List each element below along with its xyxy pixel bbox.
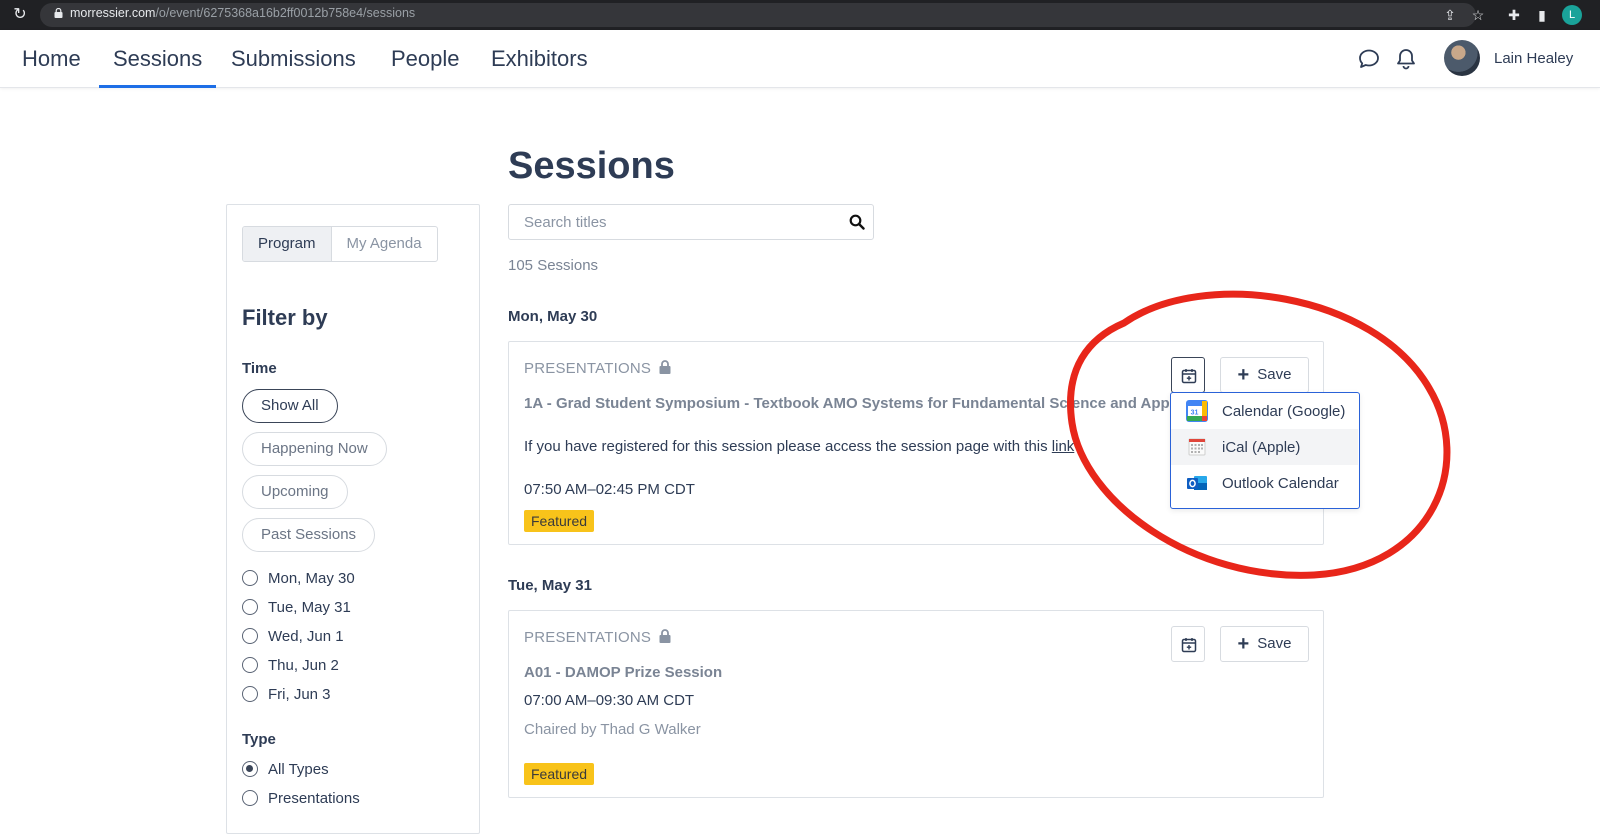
time-pill-show-all[interactable]: Show All xyxy=(242,389,338,423)
menu-item-ical[interactable]: iCal (Apple) xyxy=(1171,429,1358,465)
user-name[interactable]: Lain Healey xyxy=(1494,30,1573,88)
add-to-calendar-button[interactable] xyxy=(1171,626,1205,662)
session-title[interactable]: A01 - DAMOP Prize Session xyxy=(524,664,1179,681)
url-text[interactable]: morressier.com/o/event/6275368a16b2ff001… xyxy=(70,6,415,20)
time-pill-happening-now[interactable]: Happening Now xyxy=(242,432,387,466)
time-filter-label: Time xyxy=(242,360,277,377)
radio-button-checked[interactable] xyxy=(242,761,258,777)
type-filter-label: Type xyxy=(242,731,276,748)
search-input[interactable] xyxy=(509,205,839,239)
search-icon[interactable] xyxy=(849,214,865,230)
radio-button[interactable] xyxy=(242,686,258,702)
day-heading: Mon, May 30 xyxy=(508,308,598,325)
plus-icon: + xyxy=(1237,633,1250,655)
day-filter-option[interactable]: Thu, Jun 2 xyxy=(242,655,339,675)
session-card[interactable]: PRESENTATIONS A01 - DAMOP Prize Session … xyxy=(508,610,1324,798)
calendar-add-icon xyxy=(1181,638,1197,653)
chat-icon[interactable] xyxy=(1357,47,1381,71)
lock-icon xyxy=(659,629,671,643)
user-avatar[interactable] xyxy=(1444,40,1480,76)
radio-button[interactable] xyxy=(242,628,258,644)
featured-badge: Featured xyxy=(524,510,595,532)
session-chair: Chaired by Thad G Walker xyxy=(524,721,701,738)
day-filter-option[interactable]: Fri, Jun 3 xyxy=(242,684,331,704)
session-type: PRESENTATIONS xyxy=(524,360,671,377)
radio-button[interactable] xyxy=(242,570,258,586)
featured-badge: Featured xyxy=(524,763,595,785)
agenda-toggle: Program My Agenda xyxy=(242,226,438,262)
calendar-dropdown-menu: 31 Calendar (Google) iCal (Apple) Outloo… xyxy=(1170,392,1360,509)
top-navigation: Home Sessions Submissions People Exhibit… xyxy=(0,30,1600,88)
session-time: 07:50 AM–02:45 PM CDT xyxy=(524,481,695,498)
day-option-label: Wed, Jun 1 xyxy=(268,627,344,645)
browser-toolbar: ↻ morressier.com/o/event/6275368a16b2ff0… xyxy=(0,0,1600,30)
extensions-icon[interactable]: ✚ xyxy=(1504,5,1524,25)
search-box xyxy=(508,204,874,240)
lock-icon xyxy=(54,8,63,18)
reload-icon[interactable]: ↻ xyxy=(10,5,30,25)
day-option-label: Thu, Jun 2 xyxy=(268,656,339,674)
filter-title: Filter by xyxy=(242,305,328,330)
type-filter-option[interactable]: All Types xyxy=(242,759,329,779)
tab-sessions[interactable]: Sessions xyxy=(98,30,217,88)
calendar-add-icon xyxy=(1181,369,1197,384)
session-link[interactable]: link xyxy=(1052,438,1075,455)
google-calendar-icon: 31 xyxy=(1186,400,1208,422)
save-button[interactable]: + Save xyxy=(1220,357,1309,393)
side-panel-icon[interactable]: ▮ xyxy=(1532,5,1552,25)
share-icon[interactable]: ⇪ xyxy=(1440,5,1460,25)
day-option-label: Mon, May 30 xyxy=(268,569,355,587)
menu-item-label: iCal (Apple) xyxy=(1222,438,1301,456)
bookmark-star-icon[interactable]: ☆ xyxy=(1468,5,1488,25)
time-pill-past-sessions[interactable]: Past Sessions xyxy=(242,518,376,552)
filter-sidebar: Program My Agenda Filter by Time Show Al… xyxy=(226,204,480,834)
radio-button[interactable] xyxy=(242,657,258,673)
add-to-calendar-button[interactable] xyxy=(1171,357,1205,393)
type-option-label: Presentations xyxy=(268,789,360,807)
session-type: PRESENTATIONS xyxy=(524,629,671,646)
day-option-label: Tue, May 31 xyxy=(268,598,351,616)
tab-home[interactable]: Home xyxy=(22,30,81,88)
menu-item-google-calendar[interactable]: 31 Calendar (Google) xyxy=(1171,393,1358,429)
type-filter-option[interactable]: Presentations xyxy=(242,788,360,808)
menu-item-outlook[interactable]: Outlook Calendar xyxy=(1171,465,1358,501)
radio-button[interactable] xyxy=(242,790,258,806)
day-filter-option[interactable]: Mon, May 30 xyxy=(242,568,355,588)
outlook-icon xyxy=(1187,476,1207,490)
radio-button[interactable] xyxy=(242,599,258,615)
session-time: 07:00 AM–09:30 AM CDT xyxy=(524,692,695,709)
segment-my-agenda[interactable]: My Agenda xyxy=(332,227,437,261)
ical-icon xyxy=(1188,438,1206,456)
day-heading: Tue, May 31 xyxy=(508,577,592,594)
session-description: If you have registered for this session … xyxy=(524,438,1075,455)
session-count: 105 Sessions xyxy=(508,257,599,274)
menu-item-label: Outlook Calendar xyxy=(1222,474,1339,492)
type-option-label: All Types xyxy=(268,760,329,778)
page-title: Sessions xyxy=(508,145,675,187)
day-filter-option[interactable]: Wed, Jun 1 xyxy=(242,626,344,646)
day-option-label: Fri, Jun 3 xyxy=(268,685,331,703)
plus-icon: + xyxy=(1237,364,1250,386)
lock-icon xyxy=(659,360,671,374)
tab-exhibitors[interactable]: Exhibitors xyxy=(491,30,588,88)
time-pill-upcoming[interactable]: Upcoming xyxy=(242,475,348,509)
session-title[interactable]: 1A - Grad Student Symposium - Textbook A… xyxy=(524,395,1179,412)
day-filter-option[interactable]: Tue, May 31 xyxy=(242,597,351,617)
svg-text:31: 31 xyxy=(1191,410,1199,417)
bell-icon[interactable] xyxy=(1394,47,1418,71)
profile-avatar-icon[interactable]: L xyxy=(1562,5,1582,25)
tab-submissions[interactable]: Submissions xyxy=(231,30,356,88)
tab-people[interactable]: People xyxy=(391,30,460,88)
save-button[interactable]: + Save xyxy=(1220,626,1309,662)
segment-program[interactable]: Program xyxy=(243,227,332,261)
menu-item-label: Calendar (Google) xyxy=(1222,402,1346,420)
